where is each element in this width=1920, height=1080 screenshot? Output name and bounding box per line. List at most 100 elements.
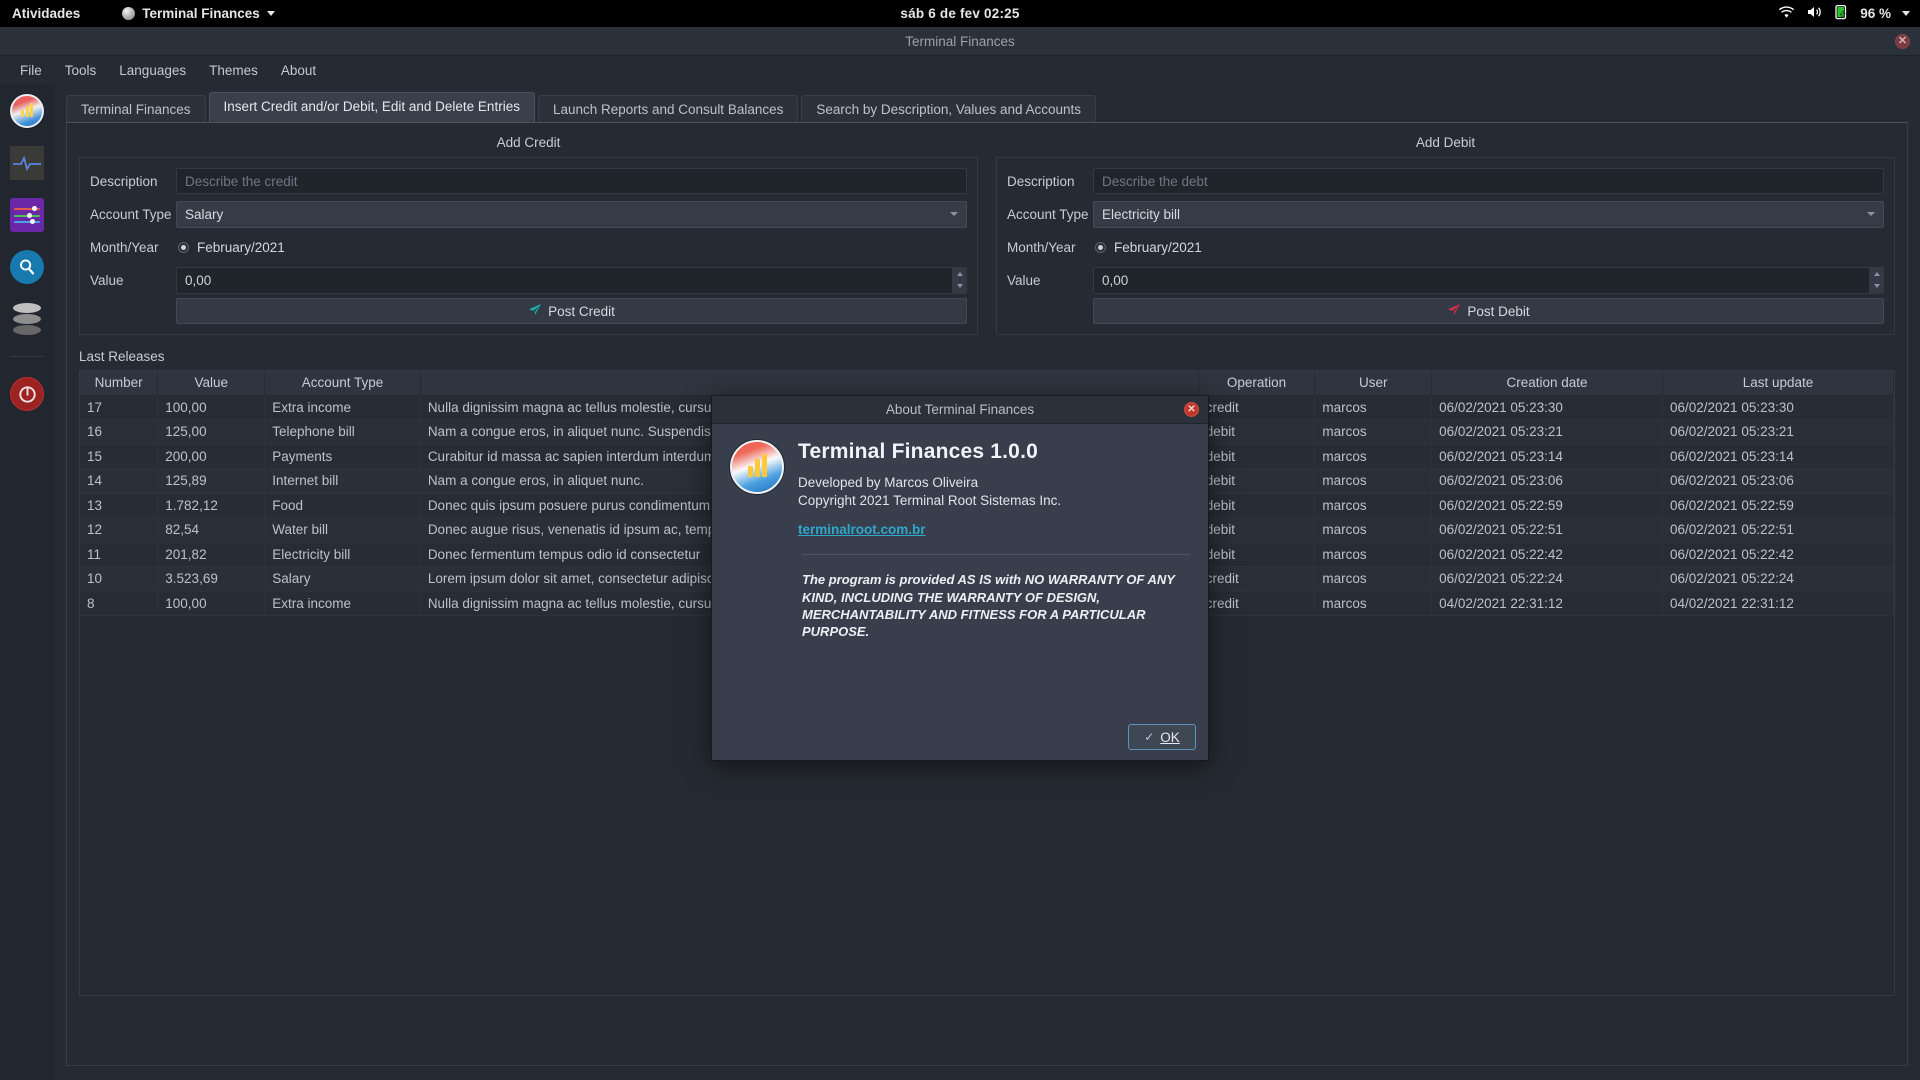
app-logo-icon[interactable] [10,94,44,128]
credit-month-year-label: Month/Year [90,239,159,255]
chevron-down-icon [950,212,958,216]
dialog-body: Terminal Finances 1.0.0 Developed by Mar… [712,424,1208,539]
menu-item-themes[interactable]: Themes [199,59,268,82]
column-header-operation[interactable]: Operation [1198,371,1316,396]
radio-icon[interactable] [178,241,189,253]
spinner-buttons[interactable] [952,267,966,293]
credit-account-type-select[interactable]: Salary [176,200,967,228]
slider-row [14,219,40,224]
debit-description-input[interactable]: Describe the debt [1093,168,1884,194]
cell-user: marcos [1314,419,1433,445]
menu-bar: File Tools Languages Themes About [0,56,1920,84]
column-header-creation-date[interactable]: Creation date [1431,371,1663,396]
logo-bars [21,103,33,117]
add-credit-groupbox: Description Describe the credit Account … [79,157,978,335]
cell-user: marcos [1314,493,1433,518]
dialog-copyright: Copyright 2021 Terminal Root Sistemas In… [798,493,1062,509]
about-dialog: About Terminal Finances ✕ Terminal Finan… [711,395,1209,761]
tab-insert-credit-debit[interactable]: Insert Credit and/or Debit, Edit and Del… [208,92,535,122]
pulse-icon[interactable] [10,146,44,180]
spin-down-icon[interactable] [953,280,966,293]
debit-account-type-label: Account Type [1007,206,1089,222]
cell-operation: credit [1198,395,1316,420]
system-menu-chevron-icon[interactable] [1902,11,1910,16]
close-icon[interactable]: ✕ [1895,34,1910,49]
system-tray[interactable]: 96 % [1778,4,1910,23]
database-icon[interactable] [10,302,44,336]
credit-description-label: Description [90,173,158,189]
debit-account-type-value: Electricity bill [1102,206,1181,222]
cell-creation-date: 04/02/2021 22:31:12 [1431,591,1663,616]
dialog-warranty-text: The program is provided AS IS with NO WA… [802,572,1175,640]
column-header-value[interactable]: Value [157,371,266,396]
column-header-account-type[interactable]: Account Type [264,371,421,396]
radio-icon[interactable] [1095,241,1106,253]
slider-row [14,206,40,211]
tab-terminal-finances[interactable]: Terminal Finances [66,95,206,122]
credit-value-label: Value [90,272,124,288]
column-header-user[interactable]: User [1314,371,1433,396]
cell-number: 15 [80,444,159,469]
debit-value-spinbox[interactable]: 0,00 [1093,266,1884,294]
ok-button[interactable]: ✓ OK [1128,724,1196,750]
cell-last-update: 06/02/2021 05:22:24 [1662,566,1894,592]
cell-value: 100,00 [157,591,266,616]
post-credit-button[interactable]: Post Credit [176,298,967,324]
db-disc [13,325,41,335]
tab-search[interactable]: Search by Description, Values and Accoun… [801,95,1097,122]
power-icon[interactable] [10,377,44,411]
ok-button-label: OK [1160,729,1180,745]
spin-up-icon[interactable] [1870,268,1883,281]
cell-creation-date: 06/02/2021 05:22:42 [1431,542,1663,567]
debit-month-year-radio-group[interactable]: February/2021 [1093,240,1202,255]
credit-value-row: Value 0,00 [90,265,967,295]
cell-operation: credit [1198,591,1316,616]
tab-launch-reports[interactable]: Launch Reports and Consult Balances [537,95,799,122]
credit-month-year-radio-group[interactable]: February/2021 [176,240,285,255]
post-debit-button[interactable]: Post Debit [1093,298,1884,324]
logo-bars [747,454,767,477]
dialog-footer: ✓ OK [1128,724,1196,750]
cell-user: marcos [1314,542,1433,567]
cell-value: 82,54 [157,517,266,543]
column-header-description[interactable] [420,371,1199,396]
search-icon[interactable] [10,250,44,284]
debit-value-text: 0,00 [1102,272,1129,288]
column-header-last-update[interactable]: Last update [1662,371,1894,396]
app-logo-icon [730,440,784,494]
debit-month-year-label: Month/Year [1007,239,1076,255]
chevron-down-icon [1867,212,1875,216]
menu-item-tools[interactable]: Tools [55,59,107,82]
cell-last-update: 06/02/2021 05:23:21 [1662,419,1894,445]
debit-account-type-select[interactable]: Electricity bill [1093,200,1884,228]
column-header-number[interactable]: Number [80,371,159,396]
spinner-buttons[interactable] [1869,267,1883,293]
cell-user: marcos [1314,566,1433,592]
dialog-title-bar: About Terminal Finances ✕ [712,396,1208,424]
debit-month-year-value: February/2021 [1114,239,1202,255]
application-window: Terminal Finances ✕ File Tools Languages… [0,27,1920,1080]
tool-sidebar [0,84,54,1080]
cell-operation: debit [1198,493,1316,518]
close-icon[interactable]: ✕ [1184,402,1199,417]
spin-down-icon[interactable] [1870,280,1883,293]
spin-up-icon[interactable] [953,268,966,281]
menu-item-languages[interactable]: Languages [109,59,196,82]
credit-description-input[interactable]: Describe the credit [176,168,967,194]
website-link[interactable]: terminalroot.com.br [798,522,926,537]
cell-account-type: Payments [264,444,421,469]
dialog-title: About Terminal Finances [885,402,1035,417]
clock[interactable]: sáb 6 de fev 02:25 [0,6,1920,21]
menu-item-about[interactable]: About [271,59,326,82]
cell-last-update: 06/02/2021 05:22:59 [1662,493,1894,518]
cell-value: 125,89 [157,468,266,494]
debit-account-type-row: Account Type Electricity bill [1007,199,1884,229]
cell-creation-date: 06/02/2021 05:22:59 [1431,493,1663,518]
cell-number: 12 [80,517,159,543]
sliders-icon[interactable] [10,198,44,232]
cell-last-update: 06/02/2021 05:23:14 [1662,444,1894,469]
credit-account-type-value: Salary [185,206,224,222]
credit-month-year-value: February/2021 [197,239,285,255]
credit-value-spinbox[interactable]: 0,00 [176,266,967,294]
menu-item-file[interactable]: File [10,59,52,82]
